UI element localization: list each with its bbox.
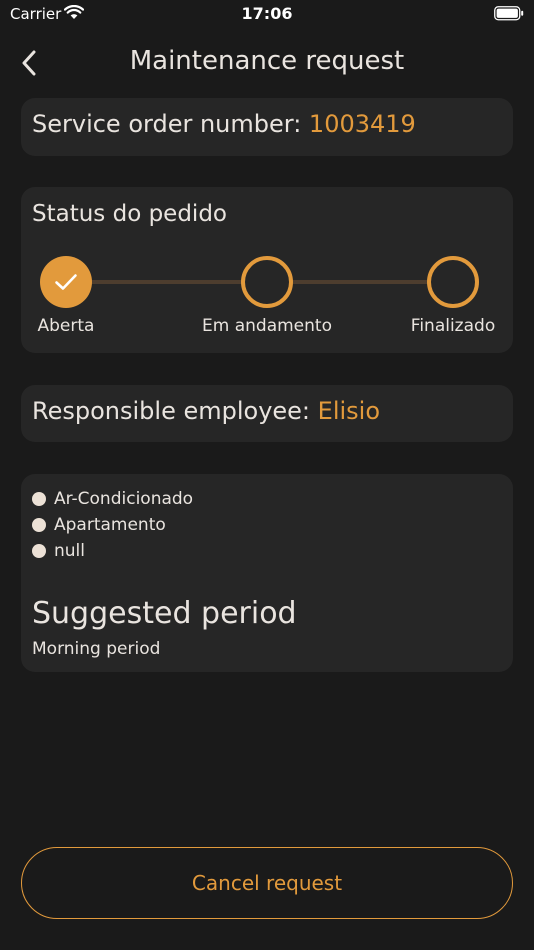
status-title: Status do pedido [32,201,227,227]
cancel-request-button[interactable]: Cancel request [21,847,513,919]
service-order-card: Service order number: 1003419 [21,98,513,156]
status-step-label: Em andamento [202,316,332,336]
status-step-finalizado [427,256,479,308]
responsible-employee-card: Responsible employee: Elisio [21,385,513,442]
responsible-employee-name: Elisio [317,397,381,425]
status-step-aberta [40,256,92,308]
bullet-icon [32,544,46,558]
status-step-label: Finalizado [410,316,496,336]
navigation-bar: Maintenance request [0,40,534,86]
list-item: Ar-Condicionado [32,486,193,512]
service-order-number: 1003419 [308,110,416,138]
service-order-label: Service order number: [32,110,309,138]
checkmark-icon [55,274,77,290]
list-item-label: null [54,541,85,561]
status-step-em-andamento [241,256,293,308]
suggested-period-title: Suggested period [32,596,297,631]
bullet-icon [32,492,46,506]
list-item: null [32,538,193,564]
status-time: 17:06 [241,4,293,23]
service-order-row: Service order number: 1003419 [32,110,416,138]
status-step-label: Aberta [37,316,95,336]
bullet-icon [32,518,46,532]
page-title: Maintenance request [129,46,405,76]
list-item: Apartamento [32,512,193,538]
list-item-label: Ar-Condicionado [54,489,194,509]
responsible-employee-label: Responsible employee: [32,397,318,425]
list-item-label: Apartamento [54,515,166,535]
responsible-employee-row: Responsible employee: Elisio [32,397,380,425]
status-bar: Carrier 17:06 [0,0,534,28]
battery-icon [494,6,524,25]
suggested-period-value: Morning period [32,639,161,659]
request-details-card: Ar-Condicionado Apartamento null Suggest… [21,474,513,672]
request-item-list: Ar-Condicionado Apartamento null [32,486,193,564]
order-status-card: Status do pedido Aberta Em andamento Fin… [21,187,513,353]
